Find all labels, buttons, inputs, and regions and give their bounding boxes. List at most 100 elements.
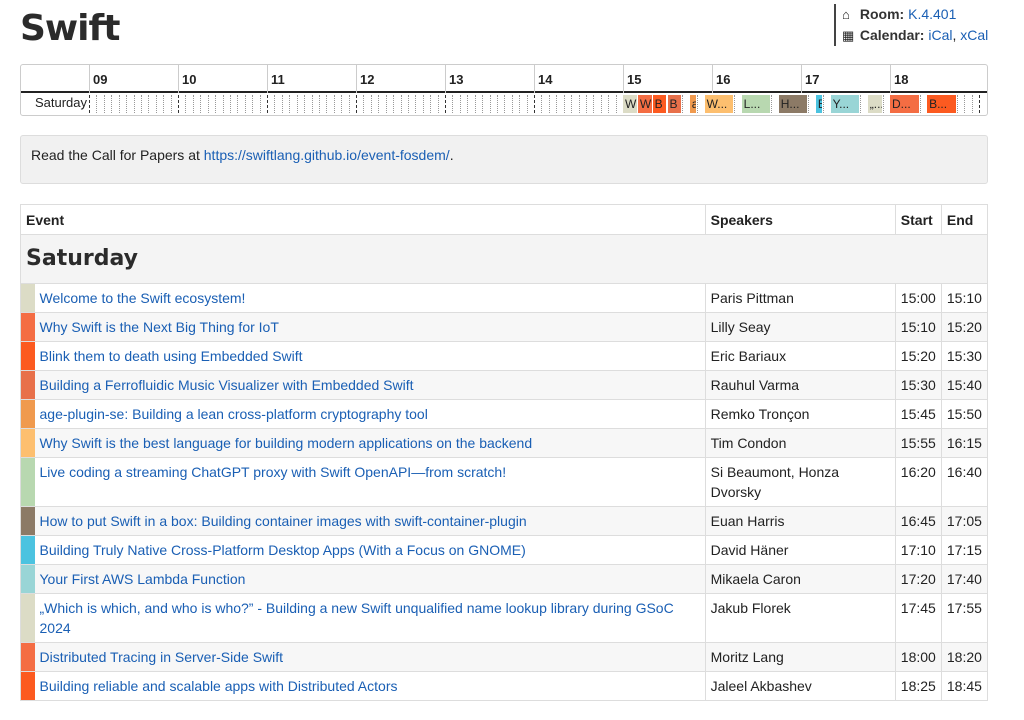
timeline-event-block[interactable]: D... <box>890 95 919 113</box>
event-title-link[interactable]: Why Swift is the Next Big Thing for IoT <box>40 319 279 335</box>
event-title-link[interactable]: age-plugin-se: Building a lean cross-pla… <box>40 406 428 422</box>
timeline-tick <box>608 95 610 113</box>
table-row: Your First AWS Lambda Function Mikaela Ca… <box>20 564 989 594</box>
timeline-tick <box>571 95 573 113</box>
event-title-link[interactable]: Blink them to death using Embedded Swift <box>40 348 303 364</box>
table-row: Distributed Tracing in Server-Side Swift… <box>20 642 989 672</box>
event-title-link[interactable]: Welcome to the Swift ecosystem! <box>40 290 246 306</box>
timeline-tick <box>289 95 291 113</box>
table-row: „Which is which, and who is who?” - Buil… <box>20 593 989 643</box>
event-title-cell: Building Truly Native Cross-Platform Des… <box>34 535 706 565</box>
xcal-link[interactable]: xCal <box>960 27 988 43</box>
timeline-tick <box>526 95 528 113</box>
call-for-papers-notice: Read the Call for Papers at https://swif… <box>20 135 988 184</box>
timeline-tick <box>459 95 461 113</box>
timeline-tick <box>252 95 254 113</box>
timeline-event-block[interactable]: W <box>637 95 652 113</box>
header-end: End <box>940 204 989 235</box>
timeline-tick <box>192 95 194 113</box>
timeline-event-block[interactable]: L... <box>741 95 771 113</box>
end-time-cell: 16:40 <box>940 457 989 507</box>
timeline-event-block[interactable]: „... <box>867 95 882 113</box>
room-label: Room: <box>859 6 905 22</box>
event-title-link[interactable]: Building reliable and scalable apps with… <box>40 678 398 694</box>
track-color-swatch <box>20 457 35 507</box>
event-title-link[interactable]: How to put Swift in a box: Building cont… <box>40 513 527 529</box>
room-row: ⌂ Room: K.4.401 <box>842 4 988 25</box>
timeline-event-block[interactable]: Y... <box>830 95 860 113</box>
start-time-cell: 17:45 <box>894 593 942 643</box>
event-title-link[interactable]: Your First AWS Lambda Function <box>40 571 246 587</box>
timeline-hour-18: 18 <box>890 65 979 93</box>
timeline-day-label: Saturday <box>34 95 87 110</box>
event-title-link[interactable]: Live coding a streaming ChatGPT proxy wi… <box>40 464 507 480</box>
timeline-hour-15: 15 <box>623 65 712 93</box>
timeline-tick <box>556 95 558 113</box>
timeline-tick <box>222 95 224 113</box>
timeline-tick <box>96 95 98 113</box>
timeline-tick <box>415 95 417 113</box>
event-title-cell: Building a Ferrofluidic Music Visualizer… <box>34 370 706 400</box>
timeline-tick <box>474 95 476 113</box>
timeline-tick <box>400 95 402 113</box>
timeline-hour-header: 09 10 11 12 13 14 15 16 17 18 <box>21 65 987 93</box>
table-row: age-plugin-se: Building a lean cross-pla… <box>20 399 989 429</box>
end-time-cell: 15:50 <box>940 399 989 429</box>
start-time-cell: 16:45 <box>894 506 942 536</box>
timeline-event-block[interactable]: B <box>815 95 823 113</box>
timeline-event-block[interactable]: W <box>623 95 637 113</box>
timeline-hour-10: 10 <box>178 65 267 93</box>
event-title-cell: Your First AWS Lambda Function <box>34 564 706 594</box>
timeline-tick <box>548 95 550 113</box>
speakers-cell: Rauhul Varma <box>704 370 896 400</box>
table-row: Welcome to the Swift ecosystem! Paris Pit… <box>20 283 989 313</box>
event-title-link[interactable]: „Which is which, and who is who?” - Buil… <box>40 600 674 636</box>
end-time-cell: 17:40 <box>940 564 989 594</box>
cfp-link[interactable]: https://swiftlang.github.io/event-fosdem… <box>204 147 450 163</box>
start-time-cell: 15:30 <box>894 370 942 400</box>
event-title-link[interactable]: Why Swift is the best language for build… <box>40 435 533 451</box>
timeline-event-block[interactable]: H... <box>778 95 808 113</box>
event-title-link[interactable]: Distributed Tracing in Server-Side Swift <box>40 649 284 665</box>
timeline-tick <box>318 95 320 113</box>
speakers-cell: Lilly Seay <box>704 312 896 342</box>
speakers-cell: Tim Condon <box>704 428 896 458</box>
timeline-tick <box>445 95 446 113</box>
speakers-cell: Eric Bariaux <box>704 341 896 371</box>
start-time-cell: 17:20 <box>894 564 942 594</box>
end-time-cell: 17:05 <box>940 506 989 536</box>
timeline-tick <box>919 95 921 113</box>
table-row: Building reliable and scalable apps with… <box>20 671 989 701</box>
timeline-event-block[interactable]: W... <box>704 95 734 113</box>
event-title-link[interactable]: Building a Ferrofluidic Music Visualizer… <box>40 377 414 393</box>
ical-link[interactable]: iCal <box>928 27 952 43</box>
timeline-tick <box>511 95 513 113</box>
timeline-tick <box>333 95 335 113</box>
room-link[interactable]: K.4.401 <box>908 6 956 22</box>
timeline-event-block[interactable]: B <box>667 95 682 113</box>
track-color-swatch <box>20 642 35 672</box>
timeline-event-block[interactable]: a <box>689 95 697 113</box>
timeline-tick <box>496 95 498 113</box>
timeline-hour-14: 14 <box>534 65 623 93</box>
start-time-cell: 18:00 <box>894 642 942 672</box>
cfp-text: Read the Call for Papers at <box>31 147 204 163</box>
header-event: Event <box>20 204 706 235</box>
timeline-event-block[interactable]: B... <box>927 95 956 113</box>
timeline-event-block[interactable]: B <box>652 95 667 113</box>
timeline-tick <box>356 95 357 113</box>
page-title: Swift <box>20 8 120 49</box>
end-time-cell: 17:55 <box>940 593 989 643</box>
timeline-tick <box>734 95 736 113</box>
timeline-tick <box>882 95 884 113</box>
track-color-swatch <box>20 593 35 643</box>
timeline-hour-11: 11 <box>267 65 356 93</box>
timeline-tick <box>407 95 409 113</box>
timeline-tick <box>979 95 980 113</box>
start-time-cell: 15:55 <box>894 428 942 458</box>
schedule-timeline: 09101112131415161718 Saturday WWBBaW...L… <box>20 64 988 116</box>
event-title-link[interactable]: Building Truly Native Cross-Platform Des… <box>40 542 526 558</box>
timeline-tick <box>534 95 535 113</box>
table-row: Building a Ferrofluidic Music Visualizer… <box>20 370 989 400</box>
timeline-tick <box>823 95 825 113</box>
